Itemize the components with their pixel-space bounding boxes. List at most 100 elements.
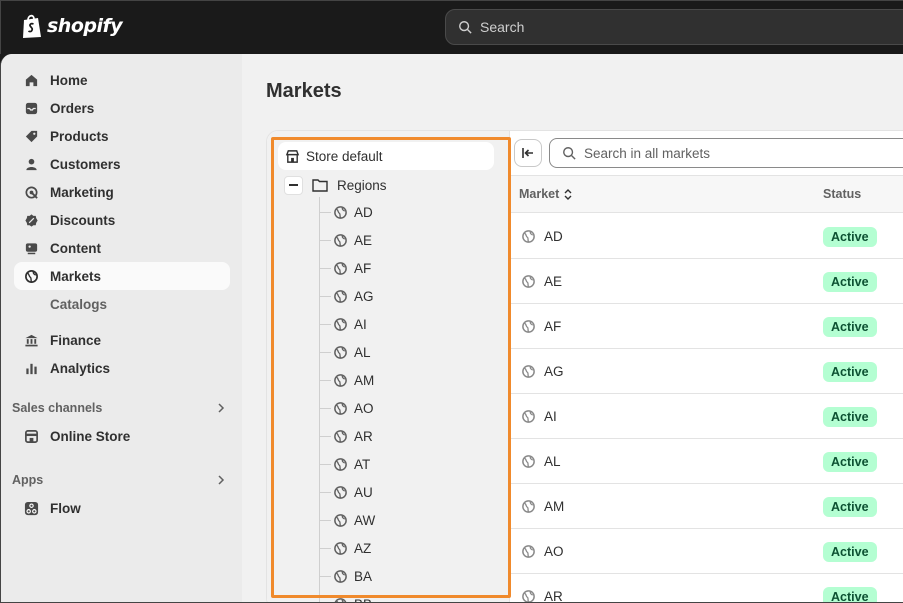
tree-node-label: AO: [354, 400, 374, 416]
tree-node[interactable]: AT: [319, 450, 370, 478]
target-icon: [23, 184, 39, 200]
globe-icon: [521, 454, 536, 469]
table-row[interactable]: AI Active: [510, 394, 903, 439]
tag-icon: [23, 128, 39, 144]
chevron-right-icon: [218, 403, 225, 413]
globe-icon: [333, 457, 348, 472]
globe-icon: [333, 345, 348, 360]
sidebar-item-label: Finance: [50, 332, 102, 348]
tree-tick: [319, 407, 331, 409]
inbox-icon: [23, 100, 39, 116]
globe-icon: [333, 373, 348, 388]
tree-tick: [319, 491, 331, 493]
tree-node[interactable]: AD: [319, 198, 373, 226]
sales-channels-header[interactable]: Sales channels: [12, 401, 227, 415]
tree-node[interactable]: AW: [319, 506, 375, 534]
tree-node[interactable]: AG: [319, 282, 374, 310]
globe-icon: [521, 409, 536, 424]
markets-search-input[interactable]: Search in all markets: [549, 138, 903, 168]
global-search-input[interactable]: Search: [445, 9, 903, 45]
globe-icon: [333, 401, 348, 416]
tree-node[interactable]: AU: [319, 478, 373, 506]
tree-node-label: AZ: [354, 540, 372, 556]
status-badge: Active: [823, 317, 877, 337]
sidebar-item-orders[interactable]: Orders: [14, 94, 230, 122]
sidebar-item-customers[interactable]: Customers: [14, 150, 230, 178]
sidebar-item-label: Online Store: [50, 428, 131, 444]
sales-channels-label: Sales channels: [12, 401, 103, 415]
sidebar-item-catalogs[interactable]: Catalogs: [50, 297, 107, 312]
tree-node[interactable]: AZ: [319, 534, 371, 562]
market-cell: AD: [521, 214, 563, 259]
table-row[interactable]: AM Active: [510, 484, 903, 529]
market-name: AE: [544, 274, 563, 289]
arrow-left-to-line-icon: [522, 148, 533, 158]
sidebar-item-content[interactable]: Content: [14, 234, 230, 262]
tree-node[interactable]: AE: [319, 226, 372, 254]
tree-node[interactable]: AI: [319, 310, 367, 338]
globe-icon: [333, 429, 348, 444]
collapse-button[interactable]: [284, 175, 303, 195]
globe-icon: [521, 364, 536, 379]
column-header-market[interactable]: Market: [519, 187, 573, 201]
table-row[interactable]: AL Active: [510, 439, 903, 484]
tree-node[interactable]: AO: [319, 394, 374, 422]
content-icon: [23, 240, 39, 256]
tree-regions-label: Regions: [337, 177, 387, 193]
market-cell: AF: [521, 304, 561, 349]
tree-node-label: AM: [354, 372, 375, 388]
status-badge: Active: [823, 497, 877, 517]
globe-icon: [333, 485, 348, 500]
tree-tick: [319, 463, 331, 465]
bank-icon: [23, 332, 39, 348]
tree-node[interactable]: AM: [319, 366, 374, 394]
tree-node[interactable]: AL: [319, 338, 371, 366]
table-row[interactable]: AR Active: [510, 574, 903, 602]
sidebar-item-analytics[interactable]: Analytics: [14, 354, 230, 382]
market-cell: AL: [521, 439, 561, 484]
collapse-tree-button[interactable]: [514, 139, 542, 167]
market-tree-panel: Store default Regions AD AE AF AG AI AL AM AO AR…: [267, 131, 510, 602]
table-row[interactable]: AF Active: [510, 304, 903, 349]
market-name: AF: [544, 319, 562, 334]
market-cell: AM: [521, 484, 564, 529]
tree-tick: [319, 323, 331, 325]
status-badge: Active: [823, 407, 877, 427]
sidebar-item-discounts[interactable]: Discounts: [14, 206, 230, 234]
tree-regions-node[interactable]: Regions: [284, 173, 387, 197]
markets-search-placeholder: Search in all markets: [584, 145, 711, 161]
market-cell: AI: [521, 394, 557, 439]
tree-root-store-default[interactable]: Store default: [278, 142, 494, 170]
globe-icon: [333, 317, 348, 332]
storefront-icon: [23, 428, 39, 444]
sidebar-item-label: Flow: [50, 500, 81, 516]
table-row[interactable]: AD Active: [510, 214, 903, 259]
table-row[interactable]: AG Active: [510, 349, 903, 394]
table-row[interactable]: AO Active: [510, 529, 903, 574]
tree-node[interactable]: BB: [319, 590, 372, 602]
sidebar-item-home[interactable]: Home: [14, 66, 230, 94]
shopify-wordmark: shopify: [47, 15, 123, 37]
sidebar-item-products[interactable]: Products: [14, 122, 230, 150]
market-cell: AG: [521, 349, 564, 394]
globe-icon: [333, 569, 348, 584]
tree-tick: [319, 351, 331, 353]
sidebar-item-label: Markets: [50, 268, 102, 284]
tree-tick: [319, 547, 331, 549]
tree-node[interactable]: AR: [319, 422, 373, 450]
tree-node-label: AI: [354, 316, 367, 332]
sidebar-item-online-store[interactable]: Online Store: [14, 422, 230, 450]
table-row[interactable]: AE Active: [510, 259, 903, 304]
sidebar-item-finance[interactable]: Finance: [14, 326, 230, 354]
market-name: AI: [544, 409, 557, 424]
tree-node[interactable]: BA: [319, 562, 372, 590]
shopify-logo[interactable]: shopify: [21, 13, 123, 39]
apps-header[interactable]: Apps: [12, 473, 227, 487]
sidebar-item-marketing[interactable]: Marketing: [14, 178, 230, 206]
tree-tick: [319, 575, 331, 577]
tree-node[interactable]: AF: [319, 254, 371, 282]
status-badge: Active: [823, 227, 877, 247]
sidebar-item-markets[interactable]: Markets: [14, 262, 230, 290]
sidebar-item-flow[interactable]: Flow: [14, 494, 230, 522]
market-name: AM: [544, 499, 565, 514]
